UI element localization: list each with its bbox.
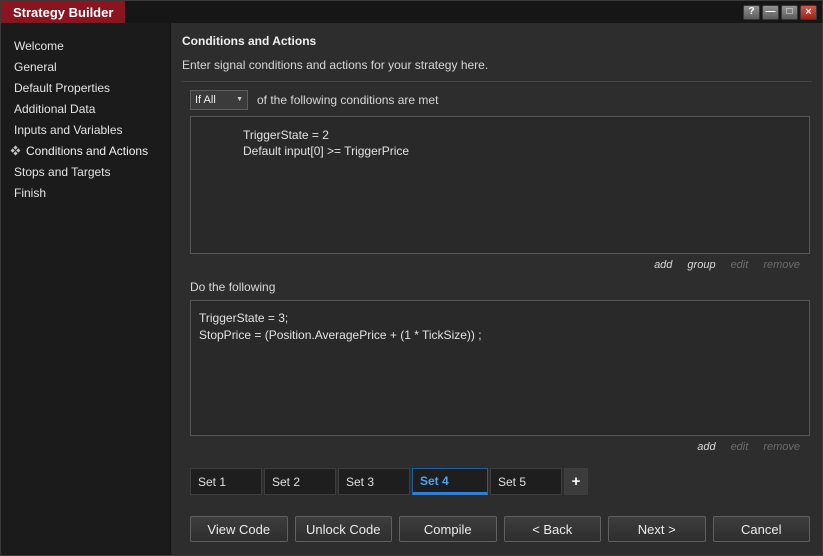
- sidebar-item-inputs-and-variables[interactable]: Inputs and Variables: [1, 119, 170, 140]
- window-title: Strategy Builder: [1, 1, 126, 23]
- sidebar-item-stops-and-targets[interactable]: Stops and Targets: [1, 161, 170, 182]
- action-row[interactable]: StopPrice = (Position.AveragePrice + (1 …: [191, 327, 809, 344]
- back-button[interactable]: < Back: [503, 516, 601, 542]
- maximize-button[interactable]: □: [781, 4, 798, 20]
- action-row[interactable]: TriggerState = 3;: [191, 310, 809, 327]
- set-tabs: Set 1 Set 2 Set 3 Set 4 Set 5 +: [190, 468, 812, 495]
- actions-remove-link: remove: [763, 441, 800, 453]
- sidebar-item-label: Conditions and Actions: [26, 143, 149, 158]
- wizard-sidebar: Welcome General Default Properties Addit…: [1, 23, 171, 555]
- close-button[interactable]: ×: [800, 4, 817, 20]
- actions-list[interactable]: TriggerState = 3; StopPrice = (Position.…: [190, 300, 810, 436]
- main-content: Conditions and Actions Enter signal cond…: [171, 23, 822, 555]
- conditions-list[interactable]: TriggerState = 2 Default input[0] >= Tri…: [190, 116, 810, 254]
- conditions-group-link[interactable]: group: [687, 259, 715, 271]
- sidebar-item-label: General: [14, 59, 57, 74]
- sidebar-item-label: Inputs and Variables: [14, 122, 123, 137]
- condition-mode-dropdown[interactable]: If All ▼: [190, 89, 248, 110]
- sidebar-item-default-properties[interactable]: Default Properties: [1, 77, 170, 98]
- conditions-caption: of the following conditions are met: [257, 92, 439, 107]
- conditions-edit-link: edit: [730, 259, 749, 271]
- sidebar-item-additional-data[interactable]: Additional Data: [1, 98, 170, 119]
- condition-mode-value: If All: [195, 93, 216, 106]
- tab-set-3[interactable]: Set 3: [338, 468, 410, 495]
- tab-set-4[interactable]: Set 4: [412, 468, 488, 495]
- view-code-button[interactable]: View Code: [190, 516, 288, 542]
- minimize-button[interactable]: —: [762, 4, 779, 20]
- page-title: Conditions and Actions: [182, 34, 317, 48]
- actions-edit-link: edit: [730, 441, 749, 453]
- add-set-button[interactable]: +: [564, 468, 588, 495]
- unlock-code-button[interactable]: Unlock Code: [294, 516, 392, 542]
- condition-row[interactable]: TriggerState = 2: [191, 127, 809, 143]
- next-button[interactable]: Next >: [608, 516, 706, 542]
- cancel-button[interactable]: Cancel: [712, 516, 810, 542]
- page-description: Enter signal conditions and actions for …: [182, 58, 489, 72]
- sidebar-item-welcome[interactable]: Welcome: [1, 35, 170, 56]
- actions-links: add edit remove: [182, 441, 800, 453]
- condition-row[interactable]: Default input[0] >= TriggerPrice: [191, 143, 809, 159]
- sidebar-item-general[interactable]: General: [1, 56, 170, 77]
- window-controls: ? — □ ×: [743, 1, 822, 23]
- current-step-diamond-icon: [9, 145, 21, 157]
- sidebar-item-conditions-and-actions[interactable]: Conditions and Actions: [1, 140, 170, 161]
- sidebar-item-label: Finish: [14, 185, 47, 200]
- conditions-add-link[interactable]: add: [654, 259, 672, 271]
- compile-button[interactable]: Compile: [399, 516, 497, 542]
- help-button[interactable]: ?: [743, 4, 760, 20]
- sidebar-item-label: Stops and Targets: [14, 164, 111, 179]
- title-bar: Strategy Builder ? — □ ×: [1, 1, 822, 23]
- sidebar-item-label: Additional Data: [14, 101, 96, 116]
- sidebar-item-label: Welcome: [14, 38, 64, 53]
- section-divider: [182, 81, 812, 82]
- sidebar-item-label: Default Properties: [14, 80, 111, 95]
- footer-buttons: View Code Unlock Code Compile < Back Nex…: [190, 516, 810, 542]
- chevron-down-icon: ▼: [236, 96, 243, 103]
- actions-label: Do the following: [190, 280, 276, 294]
- actions-add-link[interactable]: add: [697, 441, 715, 453]
- conditions-header: If All ▼ of the following conditions are…: [190, 89, 812, 110]
- sidebar-item-finish[interactable]: Finish: [1, 182, 170, 203]
- tab-set-5[interactable]: Set 5: [490, 468, 562, 495]
- strategy-builder-window: Strategy Builder ? — □ × Welcome General…: [0, 0, 823, 556]
- conditions-links: add group edit remove: [182, 259, 800, 271]
- tab-set-2[interactable]: Set 2: [264, 468, 336, 495]
- tab-set-1[interactable]: Set 1: [190, 468, 262, 495]
- titlebar-drag-area[interactable]: [125, 1, 743, 23]
- app-body: Welcome General Default Properties Addit…: [1, 23, 822, 555]
- conditions-remove-link: remove: [763, 259, 800, 271]
